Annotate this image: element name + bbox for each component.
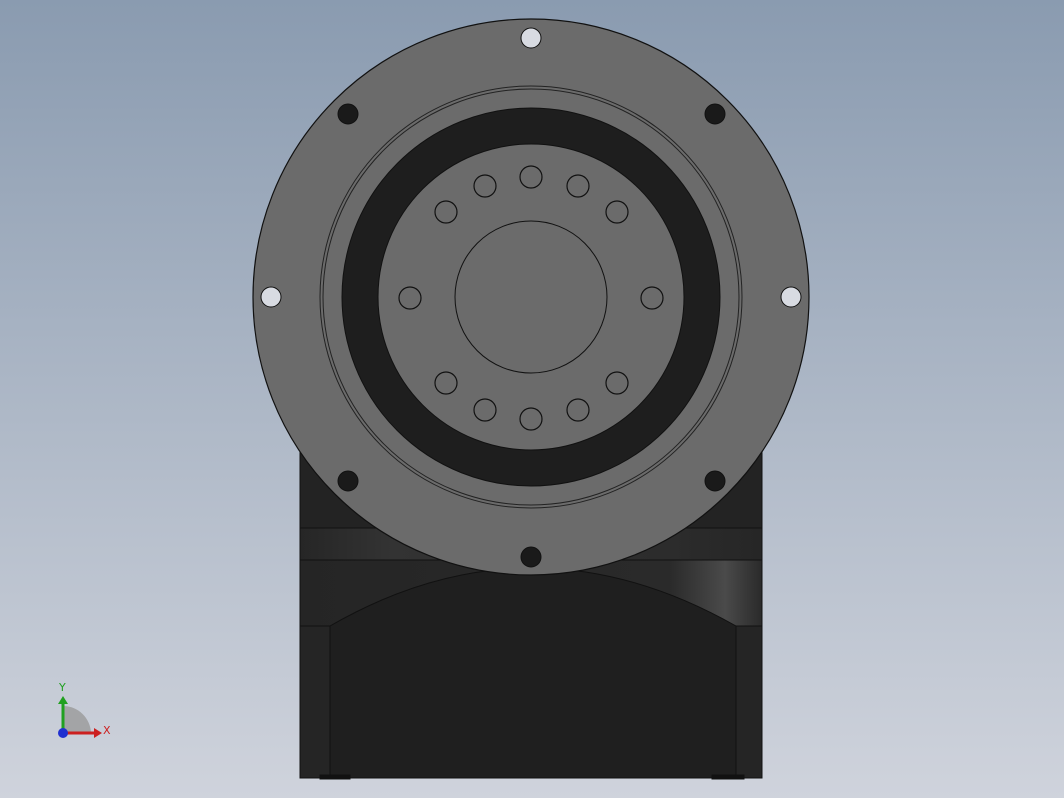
bolt-hole [434,200,458,224]
y-axis-label: Y [58,681,66,694]
cad-graphics-viewport[interactable]: X Y [0,0,1064,798]
bolt-hole [519,165,543,189]
bolt-hole [605,371,629,395]
housing-right-foot [711,774,745,780]
mounting-hole [780,286,802,308]
center-bore [454,220,608,374]
housing-left-edge [299,625,331,779]
housing-right-edge [735,625,763,779]
housing-lower-body [329,567,737,779]
mounting-hole [704,103,726,125]
bolt-hole [473,174,497,198]
mounting-hole [337,470,359,492]
bolt-hole [434,371,458,395]
mounting-hole [260,286,282,308]
x-axis-label: X [103,724,111,737]
bolt-hole [566,174,590,198]
bolt-hole [398,286,422,310]
bolt-hole [473,398,497,422]
bolt-hole [640,286,664,310]
bolt-hole [605,200,629,224]
mounting-hole [337,103,359,125]
bolt-hole [519,407,543,431]
output-flange[interactable] [252,18,810,576]
bolt-hole [566,398,590,422]
z-axis-marker [58,728,68,738]
housing-left-foot [319,774,351,780]
model-view[interactable]: X Y [0,0,1064,798]
mounting-hole [520,27,542,49]
mounting-hole [704,470,726,492]
mounting-hole [520,546,542,568]
